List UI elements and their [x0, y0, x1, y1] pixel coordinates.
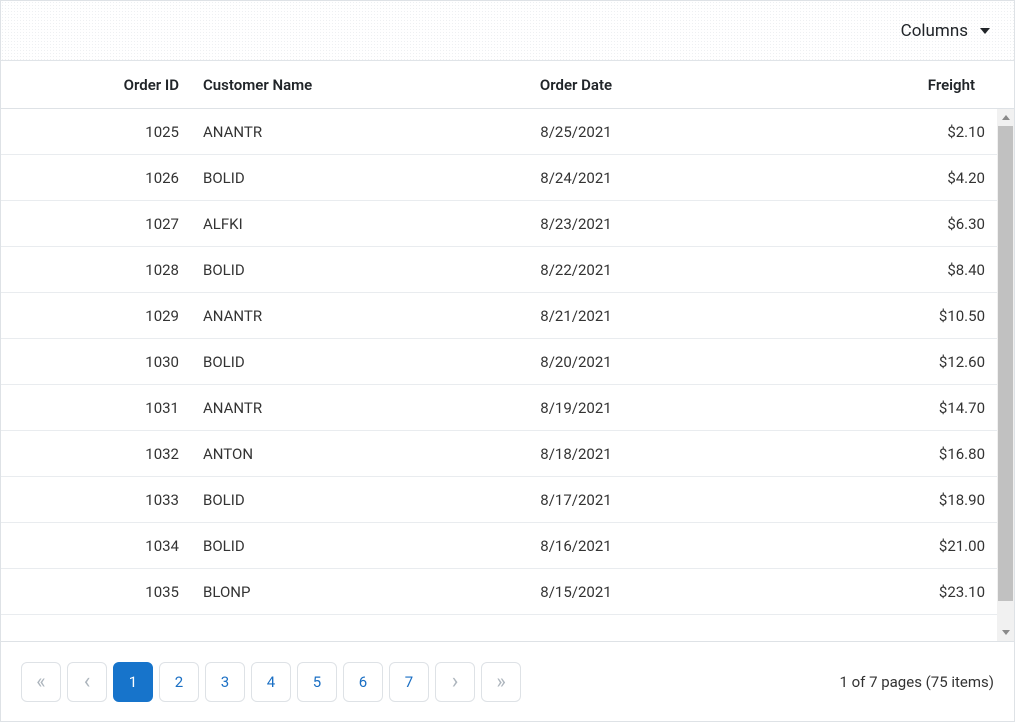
column-header-order-date[interactable]: Order Date — [421, 61, 731, 108]
pager-buttons: 1234567 — [21, 662, 521, 702]
page-number-button[interactable]: 7 — [389, 662, 429, 702]
grid-toolbar: Columns — [1, 1, 1014, 61]
cell-order-date: 8/25/2021 — [421, 109, 731, 154]
cell-freight: $23.10 — [731, 569, 997, 614]
cell-order-id: 1029 — [1, 293, 191, 338]
cell-order-id: 1027 — [1, 201, 191, 246]
table-row[interactable]: 1033BOLID8/17/2021$18.90 — [1, 477, 997, 523]
cell-customer-name: ALFKI — [191, 201, 421, 246]
cell-order-date: 8/15/2021 — [421, 569, 731, 614]
scroll-down-button[interactable] — [997, 624, 1014, 641]
cell-order-id: 1030 — [1, 339, 191, 384]
scrollbar-thumb[interactable] — [998, 126, 1013, 601]
cell-order-date: 8/23/2021 — [421, 201, 731, 246]
cell-freight: $2.10 — [731, 109, 997, 154]
cell-customer-name: ANANTR — [191, 109, 421, 154]
column-chooser-label: Columns — [901, 21, 968, 41]
first-page-button[interactable] — [21, 662, 61, 702]
cell-freight: $16.80 — [731, 431, 997, 476]
table-row[interactable]: 1025ANANTR8/25/2021$2.10 — [1, 109, 997, 155]
chevron-down-icon — [1002, 630, 1010, 635]
table-row[interactable]: 1026BOLID8/24/2021$4.20 — [1, 155, 997, 201]
cell-order-date: 8/22/2021 — [421, 247, 731, 292]
data-grid: Columns Order ID Customer Name Order Dat… — [0, 0, 1015, 722]
cell-order-date: 8/17/2021 — [421, 477, 731, 522]
table-row[interactable]: 1034BOLID8/16/2021$21.00 — [1, 523, 997, 569]
cell-customer-name: BOLID — [191, 339, 421, 384]
cell-freight: $10.50 — [731, 293, 997, 338]
cell-order-date: 8/19/2021 — [421, 385, 731, 430]
column-header-customer-name[interactable]: Customer Name — [191, 61, 421, 108]
vertical-scrollbar[interactable] — [997, 109, 1014, 641]
cell-freight: $21.00 — [731, 523, 997, 568]
cell-customer-name: ANANTR — [191, 385, 421, 430]
cell-order-id: 1034 — [1, 523, 191, 568]
cell-customer-name: BOLID — [191, 247, 421, 292]
cell-freight: $14.70 — [731, 385, 997, 430]
page-number-button[interactable]: 2 — [159, 662, 199, 702]
chevron-double-right-icon — [496, 671, 505, 692]
cell-order-id: 1032 — [1, 431, 191, 476]
chevron-up-icon — [1002, 115, 1010, 120]
cell-order-id: 1033 — [1, 477, 191, 522]
pager-info: 1 of 7 pages (75 items) — [839, 673, 994, 691]
table-row[interactable]: 1029ANANTR8/21/2021$10.50 — [1, 293, 997, 339]
page-number-button[interactable]: 6 — [343, 662, 383, 702]
cell-customer-name: ANTON — [191, 431, 421, 476]
page-number-button[interactable]: 1 — [113, 662, 153, 702]
table-row[interactable]: 1032ANTON8/18/2021$16.80 — [1, 431, 997, 477]
page-number-button[interactable]: 3 — [205, 662, 245, 702]
chevron-right-icon — [452, 671, 459, 693]
table-row[interactable]: 1035BLONP8/15/2021$23.10 — [1, 569, 997, 615]
chevron-down-icon — [980, 28, 990, 34]
pager: 1234567 1 of 7 pages (75 items) — [1, 641, 1014, 721]
cell-customer-name: ANANTR — [191, 293, 421, 338]
cell-order-date: 8/21/2021 — [421, 293, 731, 338]
cell-order-date: 8/18/2021 — [421, 431, 731, 476]
table-row[interactable]: 1030BOLID8/20/2021$12.60 — [1, 339, 997, 385]
column-header-row: Order ID Customer Name Order Date Freigh… — [1, 61, 1014, 109]
cell-customer-name: BOLID — [191, 155, 421, 200]
cell-freight: $4.20 — [731, 155, 997, 200]
cell-order-date: 8/24/2021 — [421, 155, 731, 200]
next-page-button[interactable] — [435, 662, 475, 702]
last-page-button[interactable] — [481, 662, 521, 702]
cell-order-id: 1025 — [1, 109, 191, 154]
cell-order-date: 8/16/2021 — [421, 523, 731, 568]
table-row[interactable]: 1028BOLID8/22/2021$8.40 — [1, 247, 997, 293]
table-row[interactable]: 1027ALFKI8/23/2021$6.30 — [1, 201, 997, 247]
page-number-button[interactable]: 4 — [251, 662, 291, 702]
column-header-order-id[interactable]: Order ID — [1, 61, 191, 108]
cell-customer-name: BOLID — [191, 523, 421, 568]
cell-freight: $6.30 — [731, 201, 997, 246]
page-number-button[interactable]: 5 — [297, 662, 337, 702]
column-header-freight[interactable]: Freight — [731, 61, 997, 108]
table-row[interactable]: 1031ANANTR8/19/2021$14.70 — [1, 385, 997, 431]
cell-order-id: 1035 — [1, 569, 191, 614]
cell-customer-name: BOLID — [191, 477, 421, 522]
scroll-up-button[interactable] — [997, 109, 1014, 126]
cell-freight: $18.90 — [731, 477, 997, 522]
cell-customer-name: BLONP — [191, 569, 421, 614]
grid-body: 1025ANANTR8/25/2021$2.101026BOLID8/24/20… — [1, 109, 1014, 641]
cell-order-id: 1028 — [1, 247, 191, 292]
prev-page-button[interactable] — [67, 662, 107, 702]
cell-freight: $12.60 — [731, 339, 997, 384]
cell-freight: $8.40 — [731, 247, 997, 292]
cell-order-id: 1031 — [1, 385, 191, 430]
cell-order-id: 1026 — [1, 155, 191, 200]
chevron-left-icon — [84, 671, 91, 693]
chevron-double-left-icon — [36, 671, 45, 692]
column-chooser-button[interactable]: Columns — [901, 21, 990, 41]
cell-order-date: 8/20/2021 — [421, 339, 731, 384]
